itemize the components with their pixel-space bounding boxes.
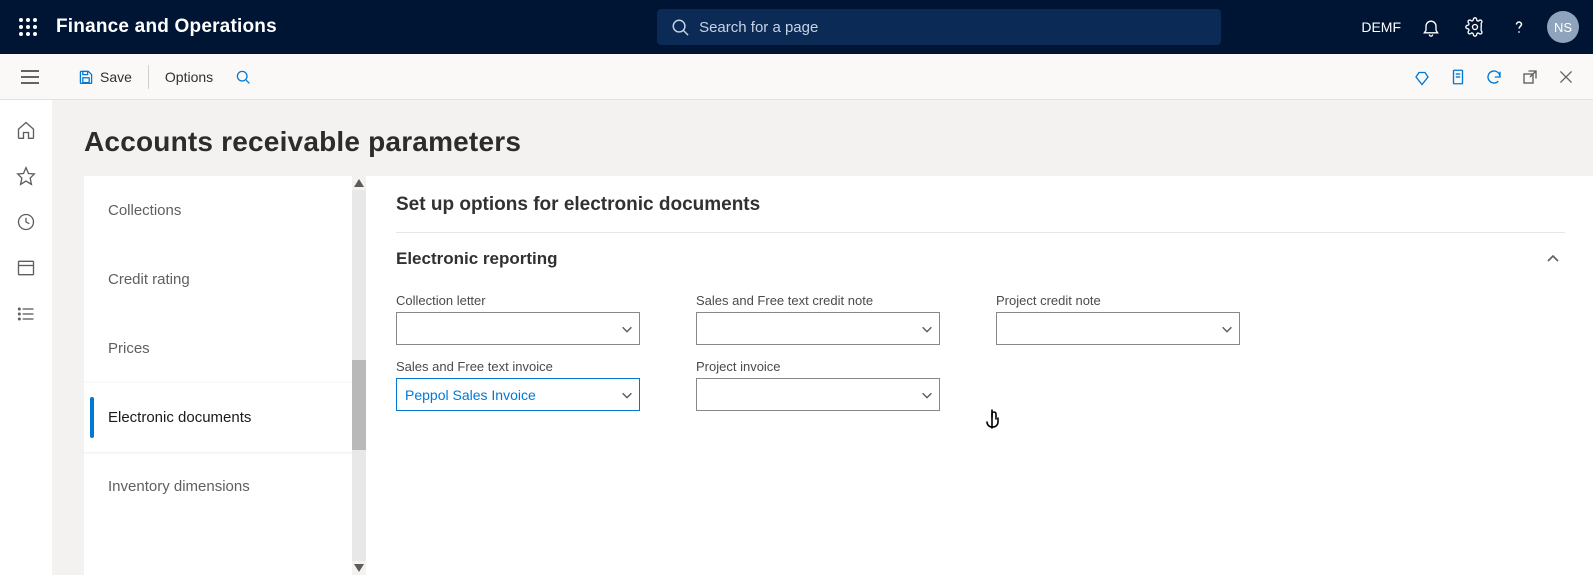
actionbar: Save Options	[0, 54, 1593, 100]
waffle-icon	[19, 18, 37, 36]
cursor-icon	[984, 408, 1008, 438]
save-button[interactable]: Save	[66, 63, 144, 91]
global-search[interactable]	[657, 9, 1221, 45]
tab-label: Credit rating	[108, 271, 190, 288]
action-search[interactable]	[225, 63, 261, 91]
sales-free-invoice-dropdown[interactable]	[396, 378, 640, 411]
refresh-button[interactable]	[1477, 60, 1511, 94]
tab-label: Prices	[108, 340, 150, 357]
chevron-up-icon	[1545, 251, 1561, 267]
rail-modules[interactable]	[10, 302, 42, 326]
tab-inventory-dimensions[interactable]: Inventory dimensions	[84, 452, 352, 521]
popout-icon	[1521, 68, 1539, 86]
section-title: Set up options for electronic documents	[396, 194, 1565, 233]
tab-scrollbar[interactable]	[352, 176, 366, 575]
form-area: Set up options for electronic documents …	[366, 176, 1593, 575]
field-project-credit-note: Project credit note	[996, 293, 1240, 345]
diamond-icon	[1413, 68, 1431, 86]
hamburger-icon	[21, 70, 39, 84]
rail-workspaces[interactable]	[10, 256, 42, 280]
group-title: Electronic reporting	[396, 249, 558, 269]
star-icon	[16, 166, 36, 186]
save-icon	[78, 69, 94, 85]
close-icon	[1558, 69, 1574, 85]
search-icon	[235, 69, 251, 85]
navbar: Finance and Operations DEMF	[0, 0, 1593, 54]
document-icon	[1449, 68, 1467, 86]
field-label: Sales and Free text credit note	[696, 293, 940, 308]
project-credit-note-dropdown[interactable]	[996, 312, 1240, 345]
app-title: Finance and Operations	[56, 16, 277, 38]
options-label: Options	[165, 69, 213, 85]
tab-credit-rating[interactable]: Credit rating	[84, 245, 352, 314]
field-collection-letter: Collection letter	[396, 293, 640, 345]
field-label: Project credit note	[996, 293, 1240, 308]
sales-free-credit-note-dropdown[interactable]	[696, 312, 940, 345]
scroll-up-icon[interactable]	[352, 176, 366, 190]
rail-home[interactable]	[10, 118, 42, 142]
options-button[interactable]: Options	[153, 63, 225, 91]
save-label: Save	[100, 69, 132, 85]
rail-recent[interactable]	[10, 210, 42, 234]
pin-button[interactable]	[1405, 60, 1439, 94]
scroll-down-icon[interactable]	[352, 561, 366, 575]
field-label: Project invoice	[696, 359, 940, 374]
global-search-input[interactable]	[699, 19, 1207, 36]
field-sales-free-credit-note: Sales and Free text credit note	[696, 293, 940, 345]
bell-icon	[1421, 17, 1441, 37]
attachments-button[interactable]	[1441, 60, 1475, 94]
page-title: Accounts receivable parameters	[52, 100, 1593, 176]
field-label: Collection letter	[396, 293, 640, 308]
company-code[interactable]: DEMF	[1361, 19, 1401, 35]
app-launcher-icon[interactable]	[4, 0, 52, 54]
field-label: Sales and Free text invoice	[396, 359, 640, 374]
project-invoice-dropdown[interactable]	[696, 378, 940, 411]
tab-label: Collections	[108, 202, 181, 219]
workspace-icon	[16, 258, 36, 278]
field-project-invoice: Project invoice	[696, 359, 940, 411]
tab-prices[interactable]: Prices	[84, 314, 352, 383]
list-icon	[16, 304, 36, 324]
tab-label: Electronic documents	[108, 409, 251, 426]
left-rail	[0, 100, 52, 575]
vertical-tabs: Collections Credit rating Prices Electronic…	[84, 176, 366, 575]
separator	[148, 65, 149, 89]
home-icon	[16, 120, 36, 140]
popout-button[interactable]	[1513, 60, 1547, 94]
avatar-initials: NS	[1554, 20, 1572, 35]
gear-icon	[1465, 17, 1485, 37]
help-icon	[1509, 17, 1529, 37]
clock-icon	[16, 212, 36, 232]
field-sales-free-invoice: Sales and Free text invoice	[396, 359, 640, 411]
help-button[interactable]	[1499, 7, 1539, 47]
close-button[interactable]	[1549, 60, 1583, 94]
search-icon	[671, 18, 689, 36]
notifications-button[interactable]	[1411, 7, 1451, 47]
rail-favorites[interactable]	[10, 164, 42, 188]
refresh-icon	[1485, 68, 1503, 86]
group-collapse[interactable]	[1541, 247, 1565, 271]
settings-button[interactable]	[1455, 7, 1495, 47]
tab-label: Inventory dimensions	[108, 478, 250, 495]
user-avatar[interactable]: NS	[1547, 11, 1579, 43]
collection-letter-dropdown[interactable]	[396, 312, 640, 345]
tab-electronic-documents[interactable]: Electronic documents	[84, 383, 352, 452]
tab-collections[interactable]: Collections	[84, 176, 352, 245]
nav-toggle[interactable]	[12, 59, 48, 95]
